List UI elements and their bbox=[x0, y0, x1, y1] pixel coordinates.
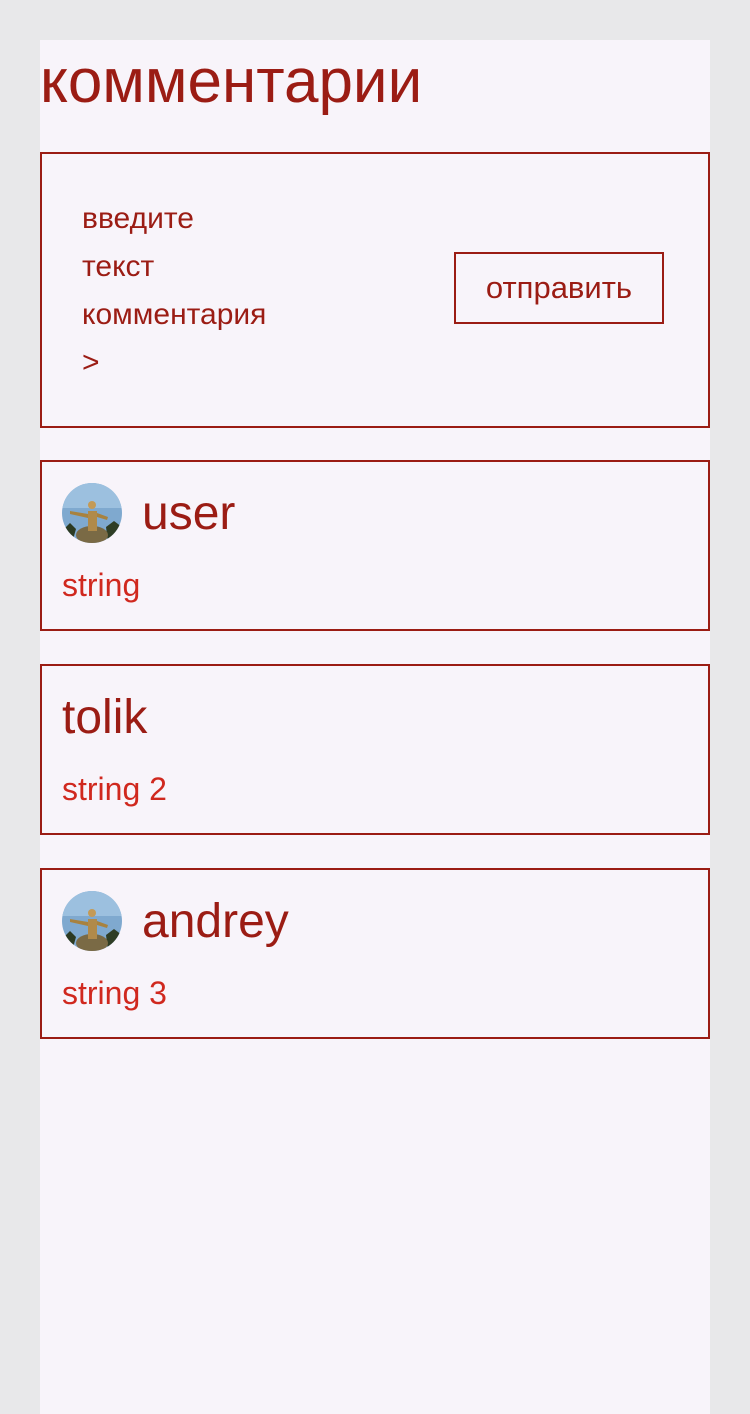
page-title: комментарии bbox=[40, 47, 423, 116]
comment-card: tolik string 2 bbox=[40, 664, 710, 835]
avatar bbox=[62, 483, 122, 543]
comment-text: string bbox=[62, 567, 141, 603]
comment-author: user bbox=[142, 487, 236, 540]
comments-panel: комментарии введите текст комментария > … bbox=[40, 40, 710, 1414]
comment-input[interactable]: введите текст комментария > bbox=[82, 195, 302, 387]
send-button[interactable]: отправить bbox=[454, 252, 664, 324]
avatar-photo-statue bbox=[62, 483, 122, 543]
comment-author: tolik bbox=[62, 691, 148, 744]
comment-card: user string bbox=[40, 460, 710, 631]
comment-text: string 2 bbox=[62, 771, 167, 807]
comment-author: andrey bbox=[142, 895, 289, 948]
comment-card: andrey string 3 bbox=[40, 868, 710, 1039]
avatar-photo-statue bbox=[62, 891, 122, 951]
comment-text: string 3 bbox=[62, 975, 167, 1011]
comment-composer: введите текст комментария > отправить bbox=[40, 152, 710, 428]
avatar bbox=[62, 891, 122, 951]
